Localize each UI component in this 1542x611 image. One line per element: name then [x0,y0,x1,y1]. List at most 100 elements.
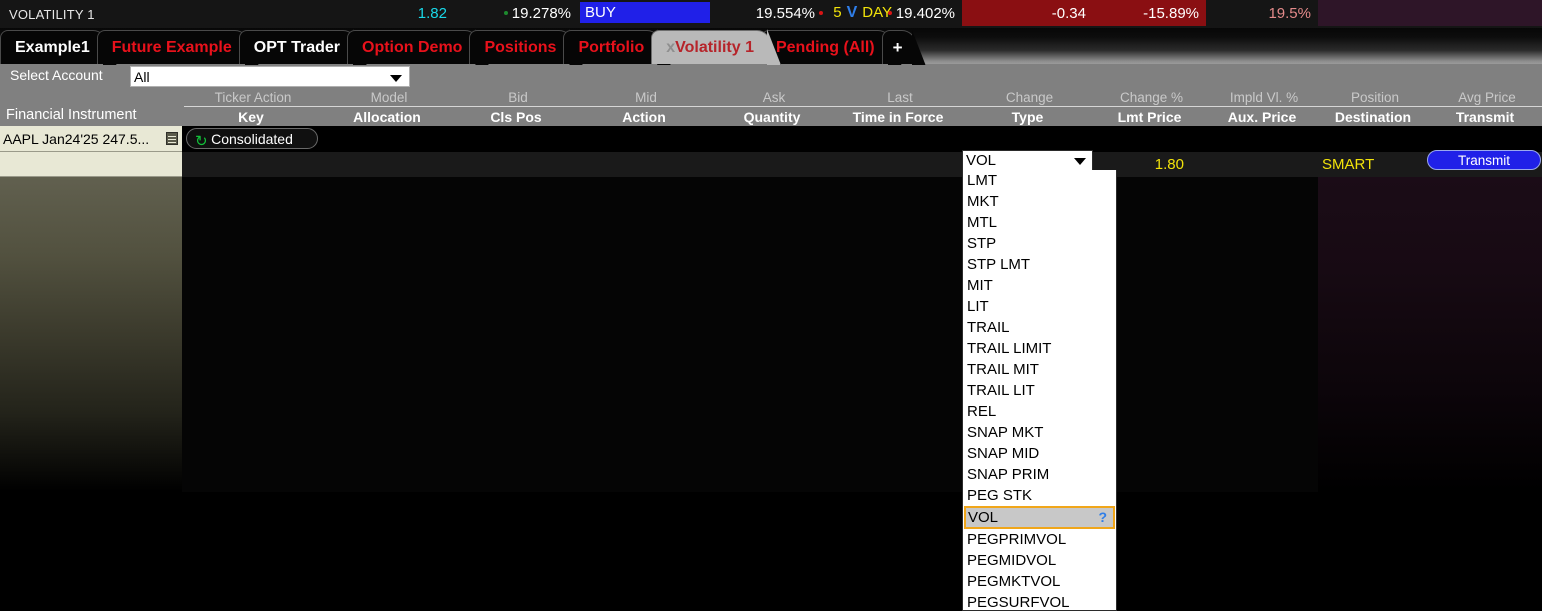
dropdown-option-label: TRAIL LIT [967,382,1035,399]
dropdown-option-mtl[interactable]: MTL [963,212,1116,233]
dropdown-option-lit[interactable]: LIT [963,296,1116,317]
dropdown-option-label: TRAIL MIT [967,361,1039,378]
chevron-down-icon [1074,158,1086,165]
tab-option-demo[interactable]: Option Demo [347,30,479,64]
cell-change: -0.34 [962,0,1093,26]
tab-opt-trader[interactable]: OPT Trader [239,30,357,64]
order-instrument-cell[interactable] [0,152,182,177]
order-time-in-force[interactable]: 5 V DAY [710,0,962,25]
order-destination[interactable]: SMART [1318,152,1428,177]
dropdown-option-label: TRAIL LIMIT [967,340,1051,357]
instrument-cell[interactable]: AAPL Jan24'25 247.5... [0,126,182,152]
header-financial-instrument: Financial Instrument [0,89,182,126]
tab-pending-all[interactable]: Pending (All) [761,30,892,64]
tab-label: Positions [484,39,556,57]
tab-strip: Example1 Future ExampleOPT Trader Option D… [0,28,1542,64]
instrument-label: AAPL Jan24'25 247.5... [3,131,149,147]
dropdown-option-trail-limit[interactable]: TRAIL LIMIT [963,338,1116,359]
account-bar: Select Account All [0,64,1542,89]
tab-portfolio[interactable]: Portfolio [563,30,661,64]
tab-label: Option Demo [362,39,462,57]
dropdown-option-pegsurfvol[interactable]: PEGSURFVOL [963,592,1116,611]
add-tab-button[interactable]: + [882,30,916,64]
tab-label: + [893,38,903,58]
dropdown-option-label: VOL [968,509,998,526]
dropdown-option-trail[interactable]: TRAIL [963,317,1116,338]
header-col-action[interactable]: Action [578,107,710,126]
tab-label: Example1 [15,39,90,57]
dropdown-option-label: LIT [967,298,989,315]
dropdown-option-stp[interactable]: STP [963,233,1116,254]
help-icon[interactable]: ? [1098,509,1107,525]
header-group-mid[interactable]: Mid [580,89,712,107]
dropdown-option-trail-mit[interactable]: TRAIL MIT [963,359,1116,380]
order-action-buy[interactable]: BUY [580,2,710,23]
header-group-bid[interactable]: Bid [456,89,580,107]
header-col-destination[interactable]: Destination [1318,107,1428,126]
header-group-position[interactable]: Position [1320,89,1430,107]
dropdown-option-label: SNAP MKT [967,424,1043,441]
select-account-dropdown[interactable]: All [130,66,410,87]
order-type-select[interactable]: VOL [962,150,1093,171]
tab-example1[interactable]: Example1 [0,30,107,64]
dropdown-option-vol[interactable]: VOL? [964,506,1115,529]
instrument-menu-icon[interactable] [166,132,178,145]
dropdown-option-lmt[interactable]: LMT [963,170,1116,191]
dropdown-option-rel[interactable]: REL [963,401,1116,422]
header-col-type[interactable]: Type [962,107,1093,126]
window-title: VOLATILITY 1 [0,7,95,22]
header-group-ask[interactable]: Ask [712,89,836,107]
tab-volatility-1[interactable]: xVolatility 1 [651,30,771,64]
header-group-ticker-action[interactable]: Ticker Action [184,89,322,107]
dropdown-option-pegprimvol[interactable]: PEGPRIMVOL [963,529,1116,550]
header-group-avg-price[interactable]: Avg Price [1430,89,1542,107]
dropdown-option-pegmidvol[interactable]: PEGMIDVOL [963,550,1116,571]
tab-positions[interactable]: Positions [469,30,573,64]
dropdown-option-pegmktvol[interactable]: PEGMKTVOL [963,571,1116,592]
header-group-impld-vl[interactable]: Impld Vl. % [1208,89,1320,107]
header-col-transmit[interactable]: Transmit [1428,107,1542,126]
header-col-time-in-force[interactable]: Time in Force [834,107,962,126]
dropdown-option-label: PEGMKTVOL [967,573,1060,590]
order-type-dropdown-list[interactable]: LMT MKT MTLSTP STP LMT MIT LIT TRAIL TRAIL LIMI… [962,170,1117,611]
tab-label: Volatility 1 [675,39,754,57]
header-col-lmt-price[interactable]: Lmt Price [1093,107,1206,126]
header-group-model[interactable]: Model [322,89,456,107]
cell-avg-price [1428,0,1542,26]
dropdown-option-label: MKT [967,193,999,210]
order-entry-row[interactable] [0,152,1542,177]
close-icon[interactable]: x [666,39,675,57]
cell-allocation: 1.82 [320,0,454,26]
header-col-quantity[interactable]: Quantity [710,107,834,126]
order-type-value: VOL [963,152,996,169]
dropdown-option-snap-prim[interactable]: SNAP PRIM [963,464,1116,485]
dropdown-option-label: STP LMT [967,256,1030,273]
volatility-trader-window: VOLATILITY 1 Example1 Future ExampleOPT T… [0,0,1542,611]
header-col-aux-price[interactable]: Aux. Price [1206,107,1318,126]
header-group-change[interactable]: Change [964,89,1095,107]
dropdown-option-trail-lit[interactable]: TRAIL LIT [963,380,1116,401]
dropdown-option-label: PEGSURFVOL [967,594,1070,611]
key-consolidated-button[interactable]: ↻ Consolidated [186,128,318,149]
tab-future-example[interactable]: Future Example [97,30,249,64]
tick-dot-green [504,11,508,15]
header-col-cls-pos[interactable]: Cls Pos [454,107,578,126]
transmit-column-background [1318,152,1542,492]
header-group-last[interactable]: Last [836,89,964,107]
dropdown-option-peg-stk[interactable]: PEG STK [963,485,1116,506]
dropdown-option-mkt[interactable]: MKT [963,191,1116,212]
instrument-column-background [0,177,182,492]
tab-label: Pending (All) [776,39,875,57]
dropdown-option-label: SNAP PRIM [967,466,1049,483]
dropdown-option-stp-lmt[interactable]: STP LMT [963,254,1116,275]
dropdown-option-snap-mid[interactable]: SNAP MID [963,443,1116,464]
dropdown-option-mit[interactable]: MIT [963,275,1116,296]
cell-cls-pos: 19.278% [454,0,578,26]
header-group-change[interactable]: Change % [1095,89,1208,107]
header-col-key[interactable]: Key [182,107,320,126]
header-col-allocation[interactable]: Allocation [320,107,454,126]
dropdown-option-snap-mkt[interactable]: SNAP MKT [963,422,1116,443]
tab-label: Portfolio [578,39,644,57]
dropdown-option-label: MIT [967,277,993,294]
transmit-button[interactable]: Transmit [1427,150,1541,170]
